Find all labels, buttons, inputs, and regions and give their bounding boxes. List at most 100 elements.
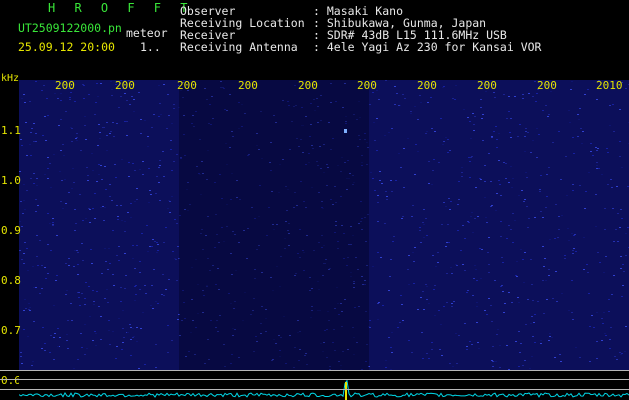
noise-speck [85,282,87,283]
noise-speck [177,246,179,247]
noise-speck [59,171,61,172]
noise-speck [401,304,403,305]
noise-speck [525,128,527,129]
noise-speck [467,221,469,222]
noise-speck [451,273,453,274]
noise-speck [124,288,126,289]
noise-speck [23,184,25,185]
noise-speck [86,167,88,168]
noise-speck [430,97,432,98]
noise-speck [572,319,574,320]
noise-speck [545,105,547,106]
noise-speck [108,248,110,249]
noise-speck [60,201,62,202]
noise-speck [153,114,155,115]
noise-speck [116,255,118,256]
noise-speck [150,305,152,306]
noise-speck [593,327,595,328]
noise-speck [142,174,144,175]
noise-speck [599,262,601,263]
noise-speck [484,197,486,198]
noise-speck [426,299,428,300]
noise-speck [484,310,486,311]
noise-speck [452,366,454,367]
noise-speck [21,259,23,260]
noise-speck [33,123,35,124]
noise-speck [378,99,380,100]
noise-speck [491,205,493,206]
noise-speck [457,204,459,205]
noise-speck [91,153,93,154]
noise-speck [395,180,397,181]
noise-speck [24,242,26,243]
noise-speck [492,366,494,367]
noise-speck [410,113,412,114]
noise-speck [111,200,113,201]
noise-speck [474,116,476,117]
noise-speck [499,184,501,185]
noise-speck [619,156,621,157]
noise-speck [443,202,445,203]
noise-speck [54,93,56,94]
noise-speck [393,236,395,237]
noise-speck [448,242,450,243]
noise-speck [491,136,493,137]
noise-speck [607,152,609,153]
noise-speck [73,182,75,183]
noise-speck [472,232,474,233]
noise-speck [116,346,118,347]
noise-speck [579,108,581,109]
noise-speck [47,168,49,169]
x-tick-8: 200 [477,79,497,92]
noise-speck [420,242,422,243]
noise-speck [411,216,413,217]
noise-speck [431,184,433,185]
noise-speck [611,294,613,295]
noise-speck [402,320,404,321]
noise-speck [605,256,607,257]
noise-speck [166,128,168,129]
noise-speck [445,246,447,247]
noise-speck [145,293,147,294]
noise-speck [115,177,117,178]
noise-speck [112,331,114,332]
noise-speck [516,261,518,262]
noise-speck [74,101,76,102]
noise-speck [68,265,70,266]
trace-spike [345,382,347,400]
noise-speck [625,88,627,89]
noise-speck [425,133,427,134]
noise-speck [617,241,619,242]
noise-speck [98,124,100,125]
noise-speck [454,99,456,100]
noise-speck [144,364,146,365]
noise-speck [412,252,414,253]
noise-speck [583,269,585,270]
noise-speck [106,122,108,123]
noise-speck [57,328,59,329]
noise-speck [102,206,104,207]
noise-speck [555,204,557,205]
noise-speck [23,329,25,330]
noise-speck [589,326,591,327]
noise-speck [104,298,106,299]
noise-speck [587,272,589,273]
noise-speck [30,178,32,179]
noise-speck [463,109,465,110]
noise-speck [509,132,511,133]
noise-speck [432,170,434,171]
noise-speck [552,142,554,143]
noise-speck [516,276,518,277]
noise-speck [77,252,79,253]
noise-speck [572,250,574,251]
noise-speck [546,174,548,175]
noise-speck [78,292,80,293]
noise-speck [476,322,478,323]
noise-speck [106,150,108,151]
noise-speck [83,85,85,86]
noise-speck [134,170,136,171]
noise-speck [595,147,597,148]
noise-speck [391,352,393,353]
noise-speck [104,207,106,208]
noise-speck [43,85,45,86]
